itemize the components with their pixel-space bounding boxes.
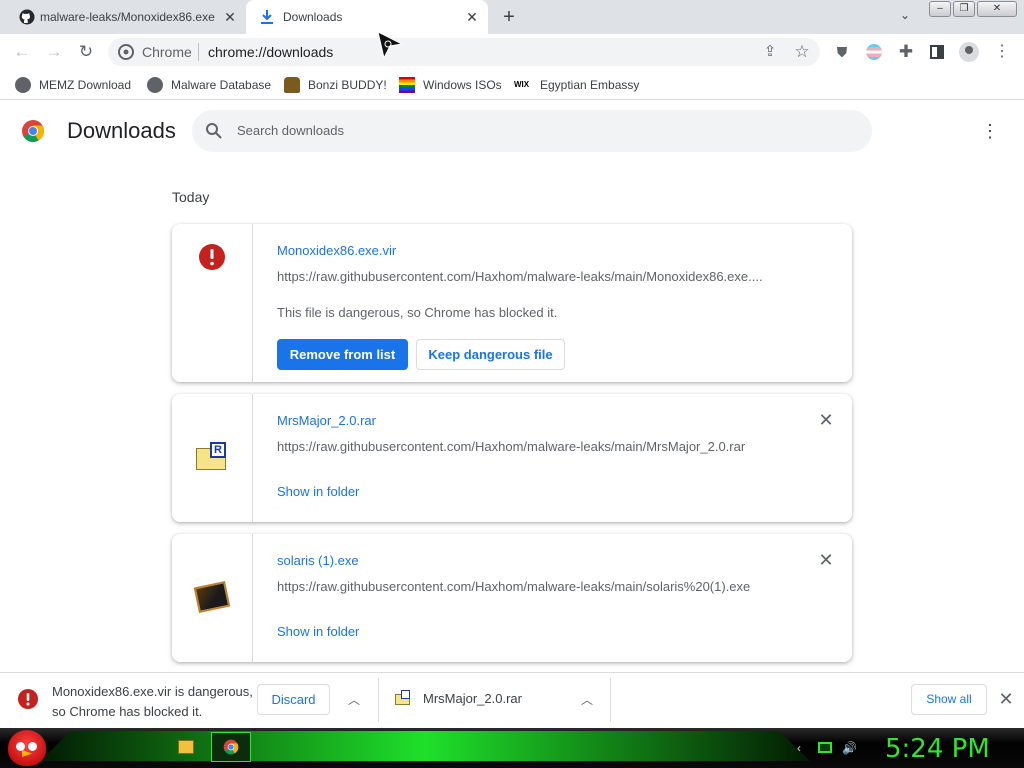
close-shelf-icon[interactable]: ✕ bbox=[998, 690, 1014, 708]
shelf-warning-line: Monoxidex86.exe.vir is dangerous, bbox=[52, 684, 253, 699]
remove-from-list-button[interactable]: Remove from list bbox=[277, 339, 408, 370]
chrome-taskbar-button[interactable] bbox=[211, 732, 251, 762]
danger-description: This file is dangerous, so Chrome has bl… bbox=[277, 305, 558, 320]
danger-icon bbox=[199, 244, 225, 270]
show-in-folder-link[interactable]: Show in folder bbox=[277, 624, 359, 639]
file-url[interactable]: https://raw.githubusercontent.com/Haxhom… bbox=[277, 579, 750, 594]
url-text[interactable]: chrome://downloads bbox=[208, 44, 333, 60]
file-explorer-taskbar-icon[interactable] bbox=[178, 740, 194, 754]
network-tray-icon[interactable] bbox=[818, 742, 832, 753]
bookmark-label: Bonzi BUDDY! bbox=[308, 78, 387, 92]
bookmark-label: Malware Database bbox=[171, 78, 272, 92]
more-actions-icon[interactable]: ⋮ bbox=[980, 120, 1000, 142]
restore-button[interactable]: ❐ bbox=[953, 1, 975, 17]
bookmark-label: Egyptian Embassy bbox=[540, 78, 640, 92]
executable-icon bbox=[193, 580, 231, 614]
tab-search-chevron-icon[interactable]: ⌄ bbox=[896, 8, 914, 26]
chevron-up-icon[interactable]: ︿ bbox=[347, 693, 361, 707]
download-icon bbox=[261, 10, 273, 24]
new-tab-button[interactable]: + bbox=[498, 6, 520, 28]
taskbar-green-glow bbox=[40, 731, 810, 761]
rar-archive-icon: R bbox=[196, 442, 228, 470]
discard-button[interactable]: Discard bbox=[257, 684, 330, 715]
download-card-mrsmajor: R MrsMajor_2.0.rar https://raw.githubuse… bbox=[172, 394, 852, 522]
page-title: Downloads bbox=[67, 118, 176, 143]
bookmark-egyptian-embassy[interactable]: WIX Egyptian Embassy bbox=[514, 76, 639, 94]
extensions-puzzle-icon[interactable]: ✚ bbox=[894, 40, 918, 64]
address-bar[interactable]: Chrome chrome://downloads bbox=[108, 38, 820, 66]
bonzi-icon bbox=[284, 77, 300, 93]
flag-extension-icon[interactable] bbox=[866, 44, 882, 60]
shelf-warning-line: so Chrome has blocked it. bbox=[52, 704, 203, 719]
mouse-cursor-icon bbox=[377, 31, 404, 60]
card-divider bbox=[252, 224, 253, 382]
minimize-button[interactable]: – bbox=[929, 1, 951, 17]
chrome-logo-icon bbox=[223, 739, 239, 755]
omnibox-divider bbox=[198, 43, 199, 61]
chrome-logo-icon bbox=[22, 120, 44, 142]
bookmark-memz[interactable]: MEMZ Download bbox=[15, 76, 131, 94]
card-divider bbox=[252, 394, 253, 522]
search-icon bbox=[206, 123, 222, 139]
search-downloads-input[interactable]: Search downloads bbox=[192, 110, 872, 152]
globe-icon bbox=[15, 77, 31, 93]
volume-tray-icon[interactable]: 🔊 bbox=[842, 741, 857, 755]
chrome-menu-icon[interactable]: ⋮ bbox=[990, 40, 1014, 64]
keep-dangerous-file-button[interactable]: Keep dangerous file bbox=[416, 339, 565, 370]
globe-icon bbox=[147, 77, 163, 93]
remove-item-close-icon[interactable]: ✕ bbox=[818, 411, 834, 429]
bookmark-label: Windows ISOs bbox=[423, 78, 502, 92]
close-window-button[interactable]: ✕ bbox=[977, 1, 1017, 17]
shelf-divider bbox=[378, 678, 379, 722]
remove-item-close-icon[interactable]: ✕ bbox=[818, 551, 834, 569]
profile-avatar-icon[interactable] bbox=[959, 42, 979, 62]
windows-flag-icon bbox=[399, 77, 415, 93]
start-button-angry-bird-icon[interactable] bbox=[8, 730, 46, 766]
file-url[interactable]: https://raw.githubusercontent.com/Haxhom… bbox=[277, 269, 763, 284]
bookmark-malware-database[interactable]: Malware Database bbox=[147, 76, 271, 94]
reload-icon[interactable]: ↻ bbox=[74, 40, 98, 64]
search-placeholder: Search downloads bbox=[237, 123, 344, 138]
github-icon bbox=[19, 9, 35, 25]
shelf-divider bbox=[610, 678, 611, 722]
download-card-monoxidex86: Monoxidex86.exe.vir https://raw.githubus… bbox=[172, 224, 852, 382]
file-name-link[interactable]: Monoxidex86.exe.vir bbox=[277, 243, 396, 258]
file-name-link[interactable]: MrsMajor_2.0.rar bbox=[277, 413, 376, 428]
tab-downloads[interactable]: Downloads ✕ bbox=[246, 0, 488, 34]
shelf-item-name[interactable]: MrsMajor_2.0.rar bbox=[423, 691, 522, 706]
chrome-small-icon bbox=[118, 44, 134, 60]
tab-github[interactable]: malware-leaks/Monoxidex86.exe ✕ bbox=[0, 0, 246, 34]
show-in-folder-link[interactable]: Show in folder bbox=[277, 484, 359, 499]
side-panel-icon[interactable] bbox=[930, 45, 944, 59]
bookmark-windows-isos[interactable]: Windows ISOs bbox=[399, 76, 502, 94]
danger-icon bbox=[18, 689, 38, 709]
file-name-link[interactable]: solaris (1).exe bbox=[277, 553, 359, 568]
file-url[interactable]: https://raw.githubusercontent.com/Haxhom… bbox=[277, 439, 745, 454]
shelf-warning-text: Monoxidex86.exe.vir is dangerous, so Chr… bbox=[52, 682, 253, 722]
ublock-shield-icon[interactable]: ⛊ bbox=[830, 40, 854, 64]
rar-archive-icon bbox=[395, 690, 411, 706]
back-arrow-icon[interactable]: ← bbox=[10, 40, 34, 64]
tray-chevron-icon[interactable]: ‹ bbox=[792, 741, 806, 755]
forward-arrow-icon[interactable]: → bbox=[42, 40, 66, 64]
tab-label: malware-leaks/Monoxidex86.exe bbox=[40, 10, 215, 24]
bookmark-bonzi-buddy[interactable]: Bonzi BUDDY! bbox=[284, 76, 387, 94]
card-divider bbox=[252, 534, 253, 662]
date-section-label: Today bbox=[172, 189, 210, 205]
bookmark-star-icon[interactable]: ☆ bbox=[790, 40, 814, 64]
wix-icon: WIX bbox=[514, 80, 530, 89]
share-icon[interactable]: ⇪ bbox=[758, 40, 782, 64]
bookmark-label: MEMZ Download bbox=[39, 78, 132, 92]
download-card-solaris: solaris (1).exe https://raw.githubuserco… bbox=[172, 534, 852, 662]
site-label: Chrome bbox=[142, 44, 192, 60]
chevron-up-icon[interactable]: ︿ bbox=[580, 693, 594, 707]
close-tab-icon[interactable]: ✕ bbox=[464, 9, 480, 25]
taskbar-clock[interactable]: 5:24 PM bbox=[885, 734, 990, 764]
show-all-button[interactable]: Show all bbox=[911, 684, 987, 715]
tab-label: Downloads bbox=[283, 10, 343, 24]
close-tab-icon[interactable]: ✕ bbox=[222, 9, 238, 25]
